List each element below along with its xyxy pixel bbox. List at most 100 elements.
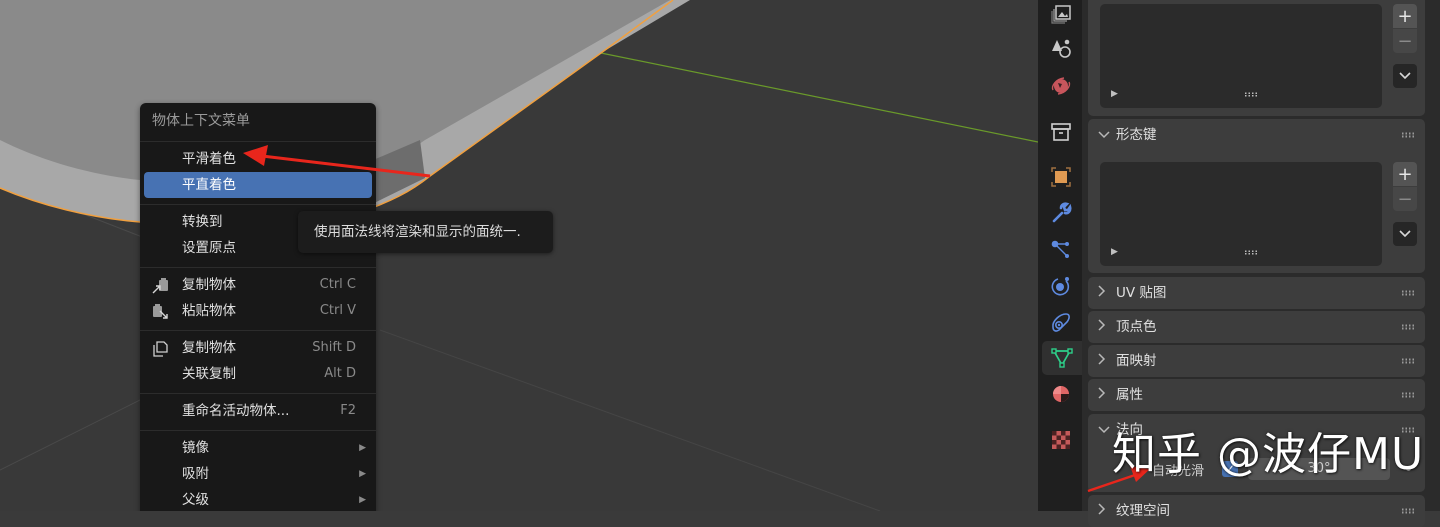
tab-world[interactable] xyxy=(1046,71,1076,101)
drag-handle-icon[interactable] xyxy=(1401,392,1415,398)
watermark: 知乎 @波仔MU xyxy=(1112,429,1425,480)
material-sphere-icon xyxy=(1053,386,1069,402)
tab-texture[interactable] xyxy=(1046,425,1076,455)
uv-maps-header[interactable]: UV 贴图 xyxy=(1088,277,1425,309)
collection-box-icon xyxy=(1051,123,1071,141)
tooltip-text: 使用面法线将渲染和显示的面统一. xyxy=(314,224,521,240)
remove-vertex-group-button[interactable]: − xyxy=(1393,29,1417,53)
texture-space-header[interactable]: 纹理空间 xyxy=(1088,495,1425,527)
duplicate-icon xyxy=(152,340,170,357)
tab-modifiers[interactable] xyxy=(1046,198,1076,228)
menu-item-snap[interactable]: 吸附 ▶ xyxy=(140,461,376,487)
chevron-right-icon xyxy=(1098,379,1106,411)
menu-item-label: 设置原点 xyxy=(182,240,236,256)
panel-title: 属性 xyxy=(1116,387,1143,403)
panel-title: 纹理空间 xyxy=(1116,503,1170,519)
tab-material[interactable] xyxy=(1046,379,1076,409)
menu-item-label: 关联复制 xyxy=(182,366,236,382)
attributes-panel[interactable]: 属性 xyxy=(1088,379,1425,411)
texture-space-panel[interactable]: 纹理空间 xyxy=(1088,495,1425,527)
particles-icon xyxy=(1051,240,1069,258)
menu-item-shade-flat[interactable]: 平直着色 xyxy=(144,172,372,198)
menu-item-label: 转换到 xyxy=(182,214,223,230)
tab-physics[interactable] xyxy=(1046,271,1076,301)
paste-from-clipboard-icon xyxy=(152,303,170,319)
menu-item-shortcut: Alt D xyxy=(324,366,356,381)
menu-item-paste-objects[interactable]: 粘贴物体 Ctrl V xyxy=(140,298,376,324)
drag-handle-icon[interactable] xyxy=(1401,508,1415,514)
menu-divider xyxy=(140,267,376,268)
panel-title: 顶点色 xyxy=(1116,319,1157,335)
menu-item-label: 吸附 xyxy=(182,466,209,482)
scene-icon xyxy=(1052,39,1071,58)
play-icon[interactable]: ▶ xyxy=(1111,89,1118,99)
properties-tab-strip xyxy=(1038,0,1082,511)
vertex-group-specials-button[interactable] xyxy=(1393,64,1417,88)
menu-item-label: 粘贴物体 xyxy=(182,303,236,319)
chevron-down-icon xyxy=(1399,230,1411,238)
face-maps-header[interactable]: 面映射 xyxy=(1088,345,1425,377)
chevron-down-icon xyxy=(1098,414,1110,446)
physics-orbit-icon xyxy=(1051,277,1070,296)
drag-handle-icon[interactable] xyxy=(1401,132,1415,138)
vertex-groups-panel: ▶ + − xyxy=(1088,0,1425,116)
add-vertex-group-button[interactable]: + xyxy=(1393,4,1417,28)
menu-divider xyxy=(140,204,376,205)
submenu-arrow-icon: ▶ xyxy=(359,443,366,453)
drag-handle-icon[interactable] xyxy=(1401,358,1415,364)
object-square-icon xyxy=(1051,167,1071,187)
panel-title: 形态键 xyxy=(1116,127,1157,143)
menu-item-label: 复制物体 xyxy=(182,340,236,356)
menu-item-label: 平直着色 xyxy=(182,177,236,193)
tab-constraints[interactable] xyxy=(1046,307,1076,337)
remove-shape-key-button[interactable]: − xyxy=(1393,187,1417,211)
image-stack-icon xyxy=(1051,5,1071,24)
menu-divider xyxy=(140,330,376,331)
drag-handle-icon[interactable] xyxy=(1401,324,1415,330)
menu-item-label: 复制物体 xyxy=(182,277,236,293)
play-icon[interactable]: ▶ xyxy=(1111,247,1118,257)
chevron-right-icon xyxy=(1098,311,1106,343)
tab-data[interactable] xyxy=(1042,341,1082,375)
menu-item-duplicate-linked[interactable]: 关联复制 Alt D xyxy=(140,361,376,387)
menu-item-duplicate-objects[interactable]: 复制物体 Shift D xyxy=(140,335,376,361)
menu-divider xyxy=(140,141,376,142)
chevron-down-icon xyxy=(1399,72,1411,80)
menu-item-copy-objects[interactable]: 复制物体 Ctrl C xyxy=(140,272,376,298)
grid-line xyxy=(0,394,151,471)
add-shape-key-button[interactable]: + xyxy=(1393,162,1417,186)
tab-collection[interactable] xyxy=(1046,117,1076,147)
menu-item-shade-smooth[interactable]: 平滑着色 xyxy=(140,146,376,172)
shape-key-specials-button[interactable] xyxy=(1393,222,1417,246)
tab-scene[interactable] xyxy=(1046,33,1076,63)
chevron-right-icon xyxy=(1098,277,1106,309)
object-context-menu: 物体上下文菜单 平滑着色 平直着色 转换到 设置原点 复制物体 Ctrl C 粘… xyxy=(140,103,376,511)
menu-item-parent[interactable]: 父级 ▶ xyxy=(140,487,376,511)
menu-item-shortcut: F2 xyxy=(340,403,356,418)
menu-item-rename-active[interactable]: 重命名活动物体... F2 xyxy=(140,398,376,424)
drag-handle-icon[interactable] xyxy=(1401,290,1415,296)
panel-title: UV 贴图 xyxy=(1116,285,1167,301)
chevron-down-icon xyxy=(1098,119,1110,151)
list-resize-grip[interactable] xyxy=(1244,92,1258,97)
menu-item-mirror[interactable]: 镜像 ▶ xyxy=(140,435,376,461)
attributes-header[interactable]: 属性 xyxy=(1088,379,1425,411)
shape-keys-header[interactable]: 形态键 xyxy=(1088,119,1425,151)
tab-view-layer[interactable] xyxy=(1046,0,1076,30)
list-resize-grip[interactable] xyxy=(1244,250,1258,255)
shape-keys-panel: 形态键 ▶ + − xyxy=(1088,119,1425,273)
vertex-colors-header[interactable]: 顶点色 xyxy=(1088,311,1425,343)
uv-maps-panel[interactable]: UV 贴图 xyxy=(1088,277,1425,309)
chevron-right-icon xyxy=(1098,345,1106,377)
face-maps-panel[interactable]: 面映射 xyxy=(1088,345,1425,377)
tab-particles[interactable] xyxy=(1046,235,1076,265)
3d-viewport[interactable]: 物体上下文菜单 平滑着色 平直着色 转换到 设置原点 复制物体 Ctrl C 粘… xyxy=(0,0,1038,511)
panel-title: 面映射 xyxy=(1116,353,1157,369)
vertex-colors-panel[interactable]: 顶点色 xyxy=(1088,311,1425,343)
chevron-right-icon xyxy=(1098,495,1106,527)
tab-object[interactable] xyxy=(1046,162,1076,192)
shape-keys-list[interactable]: ▶ xyxy=(1100,162,1382,266)
constraint-icon xyxy=(1052,313,1070,332)
vertex-groups-list[interactable]: ▶ xyxy=(1100,4,1382,108)
menu-item-shortcut: Ctrl C xyxy=(319,277,356,292)
